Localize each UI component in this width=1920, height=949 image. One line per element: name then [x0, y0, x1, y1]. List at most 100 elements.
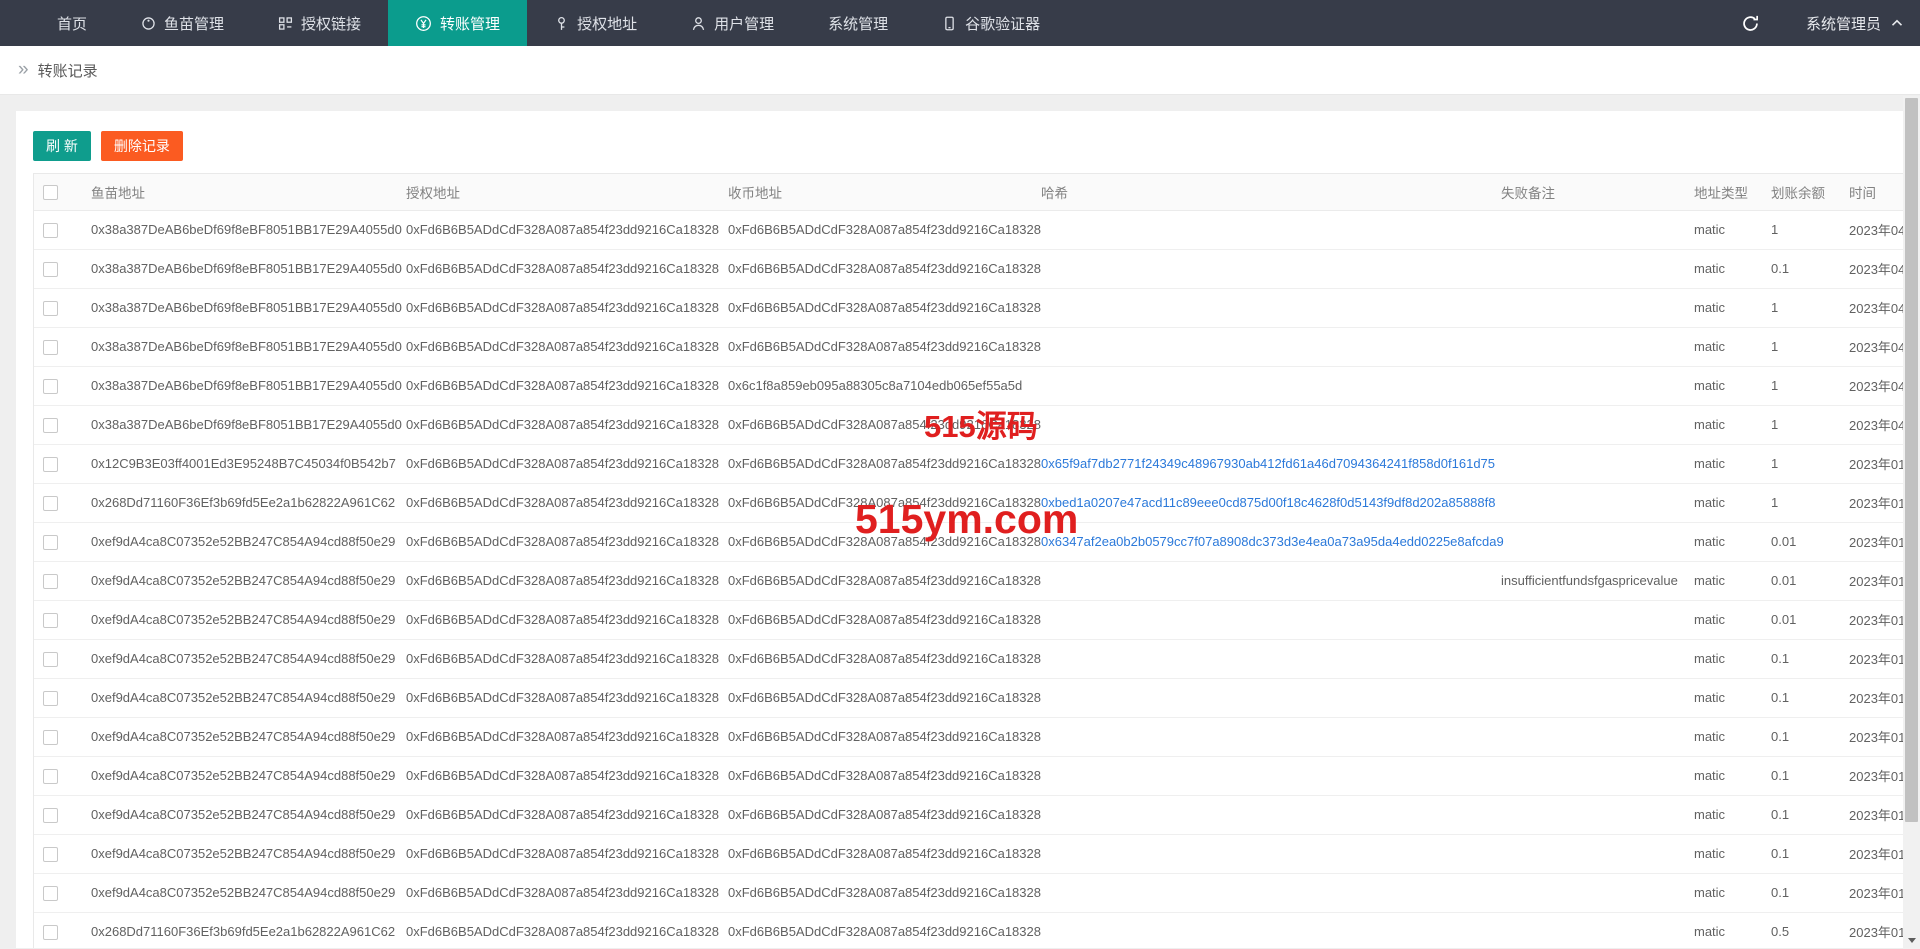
- cell-hash: 0x65f9af7db2771f24349c48967930ab412fd61a…: [1031, 444, 1491, 483]
- cell-amount: 0.1: [1761, 756, 1839, 795]
- refresh-button[interactable]: 刷 新: [33, 131, 91, 161]
- nav-item[interactable]: 用户管理: [664, 0, 801, 46]
- cell-auth-address: 0xFd6B6B5ADdCdF328A087a854f23dd9216Ca183…: [396, 678, 718, 717]
- row-checkbox[interactable]: [43, 574, 58, 589]
- nav-item[interactable]: 鱼苗管理: [114, 0, 251, 46]
- cell-auth-address: 0xFd6B6B5ADdCdF328A087a854f23dd9216Ca183…: [396, 483, 718, 522]
- table-row: 0x38a387DeAB6beDf69f8eBF8051BB17E29A4055…: [34, 327, 1904, 366]
- nav-item[interactable]: 授权链接: [251, 0, 388, 46]
- cell-time: 2023年01: [1839, 912, 1904, 948]
- phone-icon: [942, 16, 957, 31]
- cell-receive-address: 0xFd6B6B5ADdCdF328A087a854f23dd9216Ca183…: [718, 327, 1031, 366]
- cell-amount: 0.1: [1761, 795, 1839, 834]
- cell-fish-address: 0xef9dA4ca8C07352e52BB247C854A94cd88f50e…: [81, 639, 396, 678]
- cell-address-type: matic: [1684, 912, 1761, 948]
- nav-item[interactable]: 转账管理: [388, 0, 527, 46]
- cell-address-type: matic: [1684, 834, 1761, 873]
- hash-link[interactable]: 0xbed1a0207e47acd11c89eee0cd875d00f18c46…: [1041, 495, 1495, 510]
- cell-time: 2023年04: [1839, 405, 1904, 444]
- row-checkbox[interactable]: [43, 301, 58, 316]
- cell-auth-address: 0xFd6B6B5ADdCdF328A087a854f23dd9216Ca183…: [396, 834, 718, 873]
- nav-item[interactable]: 谷歌验证器: [915, 0, 1067, 46]
- scrollbar-down-arrow[interactable]: [1903, 932, 1920, 949]
- row-checkbox[interactable]: [43, 691, 58, 706]
- row-checkbox[interactable]: [43, 769, 58, 784]
- row-checkbox[interactable]: [43, 379, 58, 394]
- cell-time: 2023年01: [1839, 834, 1904, 873]
- table-row: 0xef9dA4ca8C07352e52BB247C854A94cd88f50e…: [34, 756, 1904, 795]
- row-checkbox[interactable]: [43, 223, 58, 238]
- column-header: 划账余额: [1761, 174, 1839, 210]
- nav-item[interactable]: 首页: [30, 0, 114, 46]
- delete-records-button[interactable]: 删除记录: [101, 131, 183, 161]
- cell-time: 2023年01: [1839, 639, 1904, 678]
- row-checkbox[interactable]: [43, 730, 58, 745]
- cell-address-type: matic: [1684, 639, 1761, 678]
- cell-hash: 0x6347af2ea0b2b0579cc7f07a8908dc373d3e4e…: [1031, 522, 1491, 561]
- chevron-up-icon: [1890, 16, 1904, 30]
- nav-item[interactable]: 授权地址: [527, 0, 664, 46]
- cell-time: 2023年04: [1839, 210, 1904, 249]
- cell-fail-note: [1491, 639, 1684, 678]
- table-row: 0x38a387DeAB6beDf69f8eBF8051BB17E29A4055…: [34, 366, 1904, 405]
- cell-amount: 0.01: [1761, 600, 1839, 639]
- table-row: 0x12C9B3E03ff4001Ed3E95248B7C45034f0B542…: [34, 444, 1904, 483]
- cell-address-type: matic: [1684, 561, 1761, 600]
- table-row: 0xef9dA4ca8C07352e52BB247C854A94cd88f50e…: [34, 639, 1904, 678]
- cell-auth-address: 0xFd6B6B5ADdCdF328A087a854f23dd9216Ca183…: [396, 288, 718, 327]
- row-checkbox[interactable]: [43, 847, 58, 862]
- cell-amount: 0.1: [1761, 639, 1839, 678]
- cell-hash: [1031, 405, 1491, 444]
- cell-address-type: matic: [1684, 795, 1761, 834]
- row-checkbox[interactable]: [43, 535, 58, 550]
- cell-time: 2023年04: [1839, 249, 1904, 288]
- cell-auth-address: 0xFd6B6B5ADdCdF328A087a854f23dd9216Ca183…: [396, 405, 718, 444]
- cell-fail-note: [1491, 717, 1684, 756]
- row-checkbox[interactable]: [43, 925, 58, 940]
- cell-receive-address: 0xFd6B6B5ADdCdF328A087a854f23dd9216Ca183…: [718, 288, 1031, 327]
- cell-auth-address: 0xFd6B6B5ADdCdF328A087a854f23dd9216Ca183…: [396, 756, 718, 795]
- vertical-scrollbar[interactable]: [1903, 96, 1920, 949]
- cell-address-type: matic: [1684, 600, 1761, 639]
- hash-link[interactable]: 0x65f9af7db2771f24349c48967930ab412fd61a…: [1041, 456, 1495, 471]
- cell-fail-note: [1491, 834, 1684, 873]
- yen-circle-icon: [415, 15, 432, 32]
- cell-fail-note: [1491, 912, 1684, 948]
- row-checkbox[interactable]: [43, 886, 58, 901]
- table-header-row: 鱼苗地址授权地址收币地址哈希失败备注地址类型划账余额时间: [34, 174, 1904, 210]
- cell-hash: [1031, 756, 1491, 795]
- cell-time: 2023年04: [1839, 288, 1904, 327]
- cell-receive-address: 0xFd6B6B5ADdCdF328A087a854f23dd9216Ca183…: [718, 873, 1031, 912]
- row-checkbox[interactable]: [43, 340, 58, 355]
- toolbar: 刷 新 删除记录: [33, 131, 1904, 161]
- cell-fish-address: 0x268Dd71160F36Ef3b69fd5Ee2a1b62822A961C…: [81, 912, 396, 948]
- row-checkbox[interactable]: [43, 496, 58, 511]
- cell-fish-address: 0x38a387DeAB6beDf69f8eBF8051BB17E29A4055…: [81, 366, 396, 405]
- content-card: 刷 新 删除记录 鱼苗地址授权地址收币地址哈希失败备注地址类型划账余额时间 0x…: [16, 111, 1904, 948]
- cell-amount: 1: [1761, 288, 1839, 327]
- row-checkbox[interactable]: [43, 652, 58, 667]
- cell-fail-note: insufficientfundsfgaspricevalue: [1491, 561, 1684, 600]
- cell-time: 2023年01: [1839, 561, 1904, 600]
- hash-link[interactable]: 0x6347af2ea0b2b0579cc7f07a8908dc373d3e4e…: [1041, 534, 1504, 549]
- admin-name: 系统管理员: [1806, 13, 1881, 34]
- row-checkbox[interactable]: [43, 808, 58, 823]
- cell-fail-note: [1491, 756, 1684, 795]
- select-all-checkbox[interactable]: [43, 185, 58, 200]
- admin-menu[interactable]: 系统管理员: [1806, 13, 1904, 34]
- table-row: 0xef9dA4ca8C07352e52BB247C854A94cd88f50e…: [34, 561, 1904, 600]
- row-checkbox[interactable]: [43, 457, 58, 472]
- cell-amount: 0.01: [1761, 561, 1839, 600]
- scrollbar-thumb[interactable]: [1905, 98, 1918, 822]
- cell-hash: [1031, 795, 1491, 834]
- row-checkbox[interactable]: [43, 418, 58, 433]
- cell-hash: 0xbed1a0207e47acd11c89eee0cd875d00f18c46…: [1031, 483, 1491, 522]
- nav-item[interactable]: 系统管理: [801, 0, 915, 46]
- cell-amount: 0.5: [1761, 912, 1839, 948]
- cell-receive-address: 0xFd6B6B5ADdCdF328A087a854f23dd9216Ca183…: [718, 210, 1031, 249]
- row-checkbox[interactable]: [43, 262, 58, 277]
- refresh-icon[interactable]: [1741, 14, 1760, 33]
- cell-fail-note: [1491, 873, 1684, 912]
- row-checkbox[interactable]: [43, 613, 58, 628]
- cell-fish-address: 0x38a387DeAB6beDf69f8eBF8051BB17E29A4055…: [81, 327, 396, 366]
